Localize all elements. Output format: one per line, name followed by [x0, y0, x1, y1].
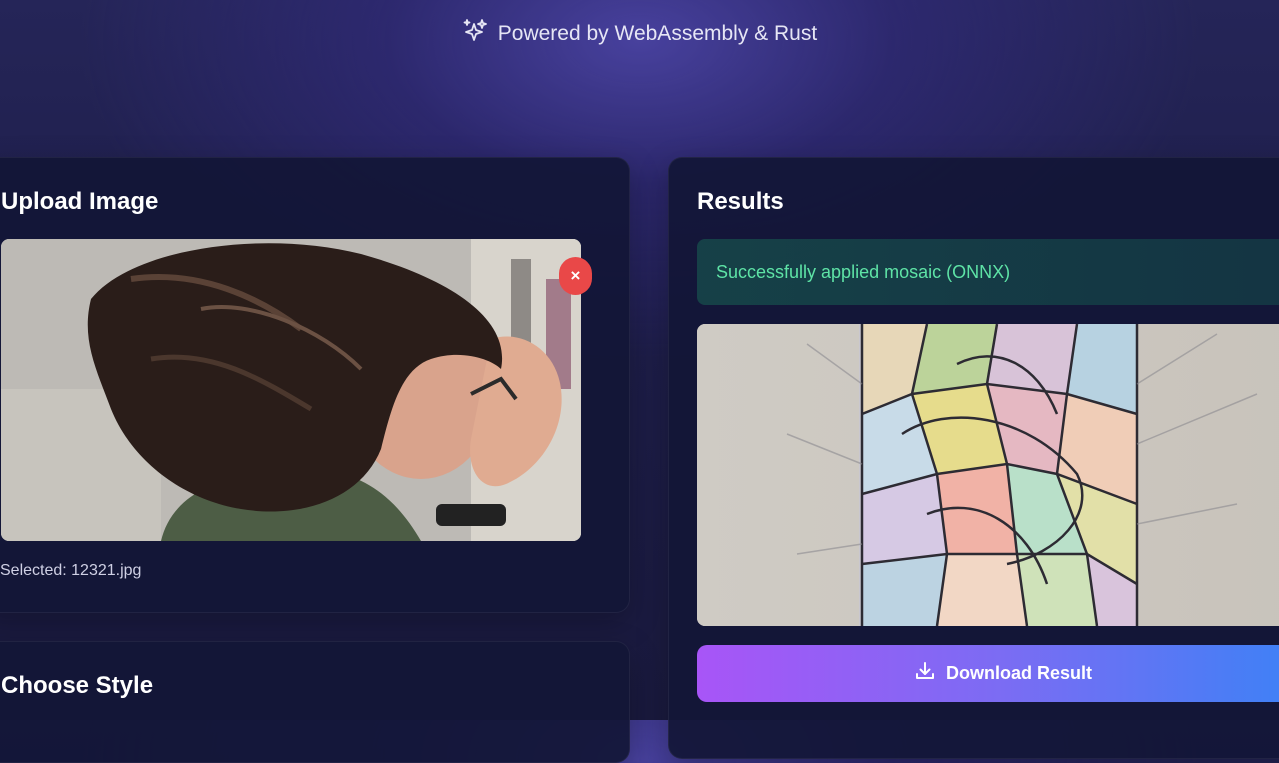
success-message-text: Successfully applied mosaic (ONNX) [716, 261, 1011, 282]
result-image [697, 324, 1279, 626]
upload-panel: Upload Image × Selected: 12321.jpg [0, 157, 630, 613]
selected-file-label: Selected: 12321.jpg [0, 562, 142, 579]
remove-image-button[interactable]: × [559, 257, 592, 295]
sparkles-icon [462, 18, 488, 50]
results-title: Results [697, 188, 784, 215]
results-panel: Results Successfully applied mosaic (ONN… [668, 157, 1279, 759]
uploaded-image-preview [1, 239, 581, 541]
download-icon [914, 660, 936, 687]
success-message: Successfully applied mosaic (ONNX) [697, 239, 1279, 305]
download-result-label: Download Result [945, 663, 1092, 683]
upload-title: Upload Image [1, 188, 159, 215]
tagline-text: Powered by WebAssembly & Rust [497, 22, 818, 45]
download-result-button[interactable]: Download Result [697, 645, 1279, 702]
style-title: Choose Style [1, 672, 154, 699]
tagline: Powered by WebAssembly & Rust [0, 18, 1279, 50]
style-panel: Choose Style [0, 641, 630, 763]
